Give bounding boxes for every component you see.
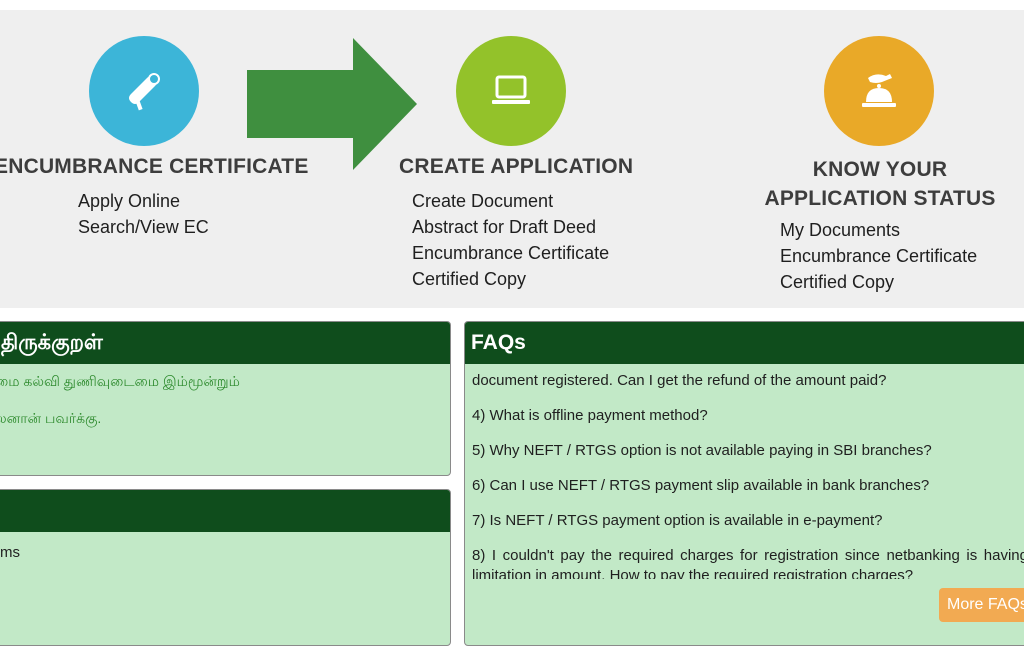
thirukkural-panel: திருக்குறள் மை கல்வி துணிவுடைமை இம்மூன்ற…	[0, 321, 451, 476]
create-application-title: CREATE APPLICATION	[399, 155, 634, 178]
forms-panel-text[interactable]: rms	[0, 544, 20, 561]
faq-list[interactable]: document registered. Can I get the refun…	[472, 365, 1024, 579]
link-status-encumbrance-certificate[interactable]: Encumbrance Certificate	[780, 243, 977, 269]
faq-item[interactable]: 4) What is offline payment method?	[472, 406, 1024, 426]
service-bell-icon	[862, 74, 896, 107]
faq-title: FAQs	[465, 322, 1024, 364]
encumbrance-certificate-circle[interactable]	[89, 36, 199, 146]
faq-item[interactable]: 7) Is NEFT / RTGS payment option is avai…	[472, 511, 1024, 531]
faq-item[interactable]: 6) Can I use NEFT / RTGS payment slip av…	[472, 476, 1024, 496]
kural-line-1: மை கல்வி துணிவுடைமை இம்மூன்றும்	[0, 373, 240, 389]
link-create-document[interactable]: Create Document	[412, 188, 609, 214]
application-status-circle[interactable]	[824, 36, 934, 146]
forms-panel-header	[0, 490, 450, 532]
scroll-icon	[129, 73, 160, 111]
link-certified-copy[interactable]: Certified Copy	[412, 266, 609, 292]
laptop-icon	[492, 75, 530, 104]
link-encumbrance-certificate[interactable]: Encumbrance Certificate	[412, 240, 609, 266]
encumbrance-certificate-links: Apply Online Search/View EC	[78, 188, 209, 240]
link-abstract-draft-deed[interactable]: Abstract for Draft Deed	[412, 214, 609, 240]
link-apply-online[interactable]: Apply Online	[78, 188, 209, 214]
forms-panel: rms	[0, 489, 451, 646]
faq-item[interactable]: document registered. Can I get the refun…	[472, 371, 1024, 391]
create-application-circle[interactable]	[456, 36, 566, 146]
link-search-view-ec[interactable]: Search/View EC	[78, 214, 209, 240]
flow-arrow-icon	[247, 38, 417, 170]
faq-item[interactable]: 5) Why NEFT / RTGS option is not availab…	[472, 441, 1024, 461]
link-my-documents[interactable]: My Documents	[780, 217, 977, 243]
create-application-links: Create Document Abstract for Draft Deed …	[412, 188, 609, 292]
link-status-certified-copy[interactable]: Certified Copy	[780, 269, 977, 295]
thirukkural-title: திருக்குறள்	[0, 322, 450, 364]
kural-line-2: லனான் பவர்க்கு.	[0, 410, 102, 426]
application-status-title: KNOW YOUR APPLICATION STATUS	[764, 158, 996, 210]
more-faqs-button[interactable]: More FAQs	[939, 588, 1024, 622]
faq-item[interactable]: 8) I couldn't pay the required charges f…	[472, 546, 1024, 579]
application-status-links: My Documents Encumbrance Certificate Cer…	[780, 217, 977, 295]
